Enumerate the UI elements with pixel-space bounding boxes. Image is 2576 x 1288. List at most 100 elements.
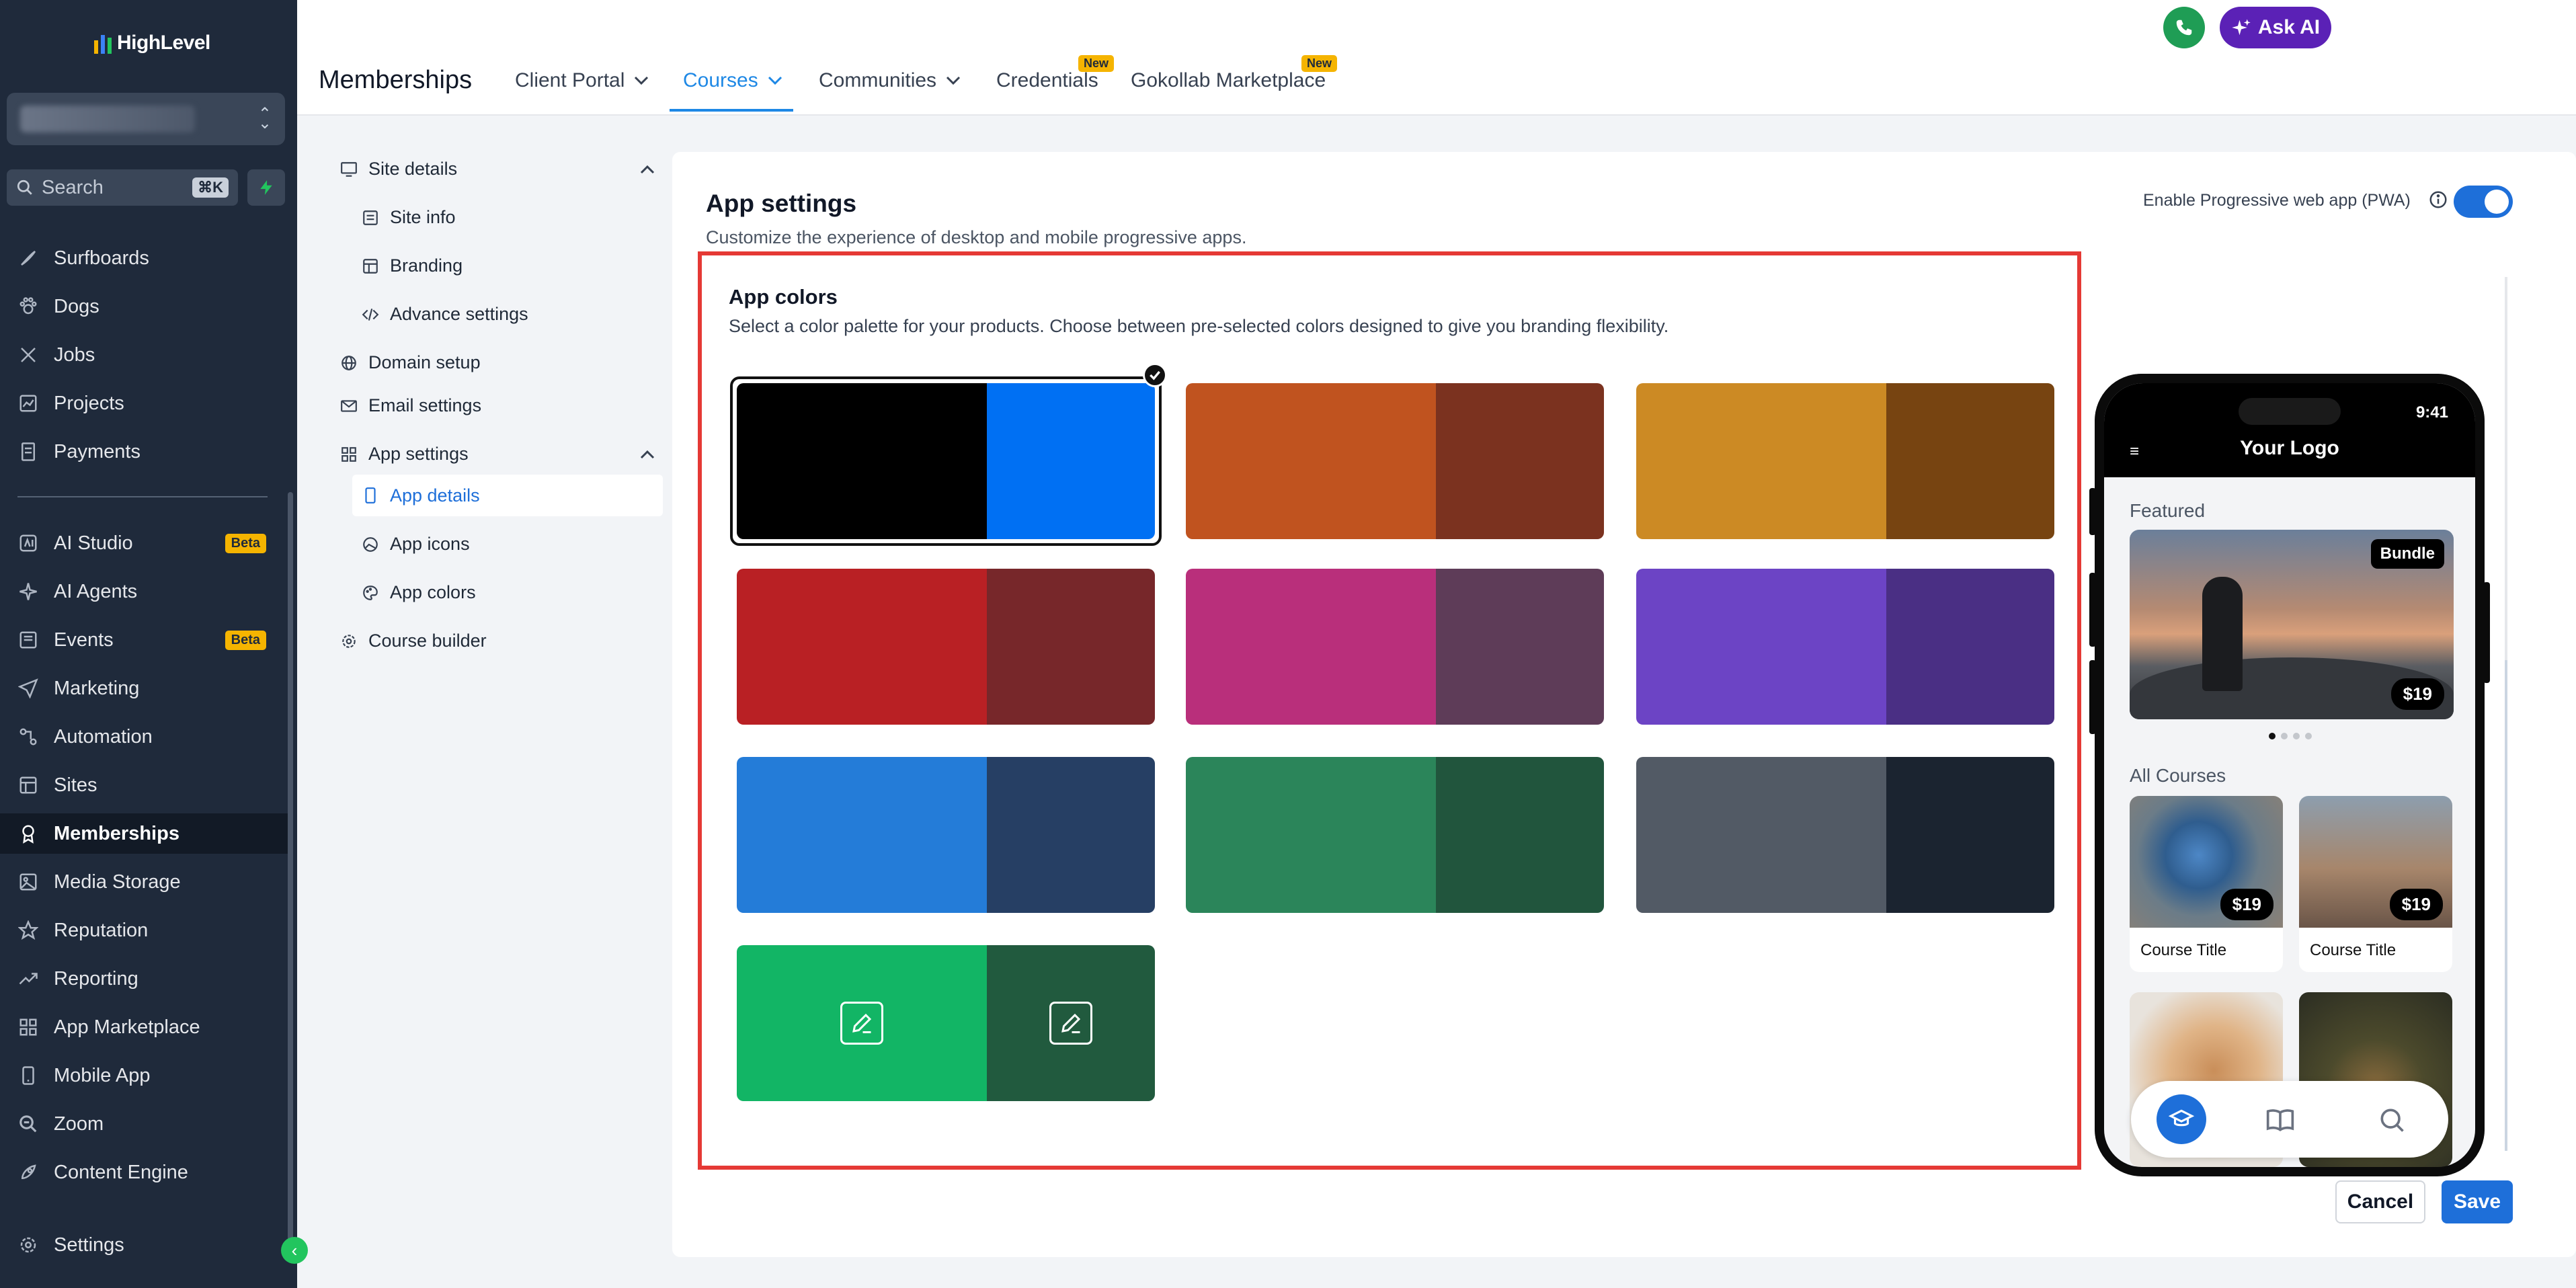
sparkle-icon: [16, 579, 40, 604]
palette-icon: [360, 583, 380, 603]
color-palette-option[interactable]: [737, 569, 1155, 725]
subnav-site-details[interactable]: Site details: [339, 159, 655, 179]
price-badge: $19: [2390, 678, 2444, 710]
sidebar-item-automation[interactable]: Automation: [0, 717, 289, 757]
subnav-label: Site info: [390, 207, 456, 227]
sidebar-divider: [17, 496, 268, 497]
primary-swatch: [1636, 383, 1886, 539]
tools-icon: [16, 343, 40, 367]
tab-communities[interactable]: Communities: [819, 67, 961, 94]
edit-icon[interactable]: [840, 1002, 883, 1045]
subnav-email-settings[interactable]: Email settings: [339, 395, 481, 416]
edit-icon[interactable]: [1049, 1002, 1092, 1045]
grid-icon: [339, 444, 359, 465]
subnav-domain-setup[interactable]: Domain setup: [339, 352, 481, 373]
subnav-site-info[interactable]: Site info: [360, 207, 456, 228]
primary-swatch[interactable]: [737, 945, 987, 1101]
tab-courses[interactable]: Courses: [683, 67, 782, 94]
paint-icon: [16, 246, 40, 270]
quick-action-button[interactable]: [247, 169, 285, 206]
color-palette-option[interactable]: [1636, 383, 2054, 539]
sidebar-item-reputation[interactable]: Reputation: [0, 910, 289, 951]
highlevel-logo-icon: [94, 32, 112, 54]
sidebar-item-label: Automation: [54, 725, 153, 748]
sidebar-item-payments[interactable]: Payments: [0, 432, 289, 472]
subnav-app-settings[interactable]: App settings: [339, 444, 655, 465]
sidebar-item-label: Settings: [54, 1234, 124, 1256]
course-card: $19 Course Title: [2130, 796, 2283, 972]
sidebar-item-media-storage[interactable]: Media Storage: [0, 862, 289, 902]
save-button[interactable]: Save: [2442, 1180, 2513, 1223]
sidebar-item-events[interactable]: Events Beta: [0, 620, 289, 660]
sidebar-item-label: Media Storage: [54, 871, 181, 893]
events-icon: [16, 628, 40, 652]
color-palette-option[interactable]: [737, 383, 1155, 539]
subnav-app-details[interactable]: App details: [352, 475, 663, 516]
sidebar-item-ai-studio[interactable]: AI Studio Beta: [0, 523, 289, 563]
primary-swatch: [737, 757, 987, 913]
secondary-swatch[interactable]: [987, 945, 1155, 1101]
dynamic-island: [2239, 398, 2341, 425]
phone-side-button: [2089, 573, 2096, 647]
sidebar-item-marketing[interactable]: Marketing: [0, 668, 289, 709]
tab-gokollab-marketplace[interactable]: Gokollab Marketplace: [1131, 67, 1326, 94]
book-icon: [2265, 1105, 2295, 1138]
sidebar-item-settings[interactable]: Settings: [0, 1225, 289, 1265]
mail-icon: [339, 396, 359, 416]
sidebar-scrollbar[interactable]: [288, 492, 293, 1245]
primary-swatch: [1636, 757, 1886, 913]
brand-logo[interactable]: HighLevel: [94, 28, 210, 58]
active-tab-indicator: [670, 109, 793, 112]
sidebar-item-app-marketplace[interactable]: App Marketplace: [0, 1007, 289, 1047]
subnav-label: Domain setup: [368, 352, 481, 372]
phone-button[interactable]: [2163, 7, 2205, 48]
app-window: HighLevel ⌃ ⌄ Search ⌘K Surfboards Dogs J…: [0, 0, 2576, 1288]
tab-label: Gokollab Marketplace: [1131, 69, 1326, 91]
subnav-branding[interactable]: Branding: [360, 255, 462, 276]
sidebar-item-dogs[interactable]: Dogs: [0, 286, 289, 327]
color-palette-option[interactable]: [737, 757, 1155, 913]
secondary-swatch: [1436, 383, 1604, 539]
sidebar-item-projects[interactable]: Projects: [0, 383, 289, 424]
subnav-app-colors[interactable]: App colors: [360, 582, 476, 603]
phone-side-button: [2089, 488, 2096, 535]
preview-scrollbar[interactable]: [2505, 277, 2507, 1151]
sidebar-item-zoom[interactable]: Zoom: [0, 1104, 289, 1144]
graduation-cap-icon: [2157, 1094, 2206, 1144]
color-palette-option[interactable]: [1186, 569, 1604, 725]
sidebar-item-mobile-app[interactable]: Mobile App: [0, 1055, 289, 1096]
search-input[interactable]: Search ⌘K: [7, 169, 238, 206]
subnav-app-icons[interactable]: App icons: [360, 534, 470, 555]
sidebar-item-ai-agents[interactable]: AI Agents: [0, 571, 289, 612]
secondary-swatch: [987, 569, 1155, 725]
subnav-advance-settings[interactable]: Advance settings: [360, 304, 528, 325]
custom-color-palette[interactable]: [737, 945, 1155, 1101]
trend-icon: [16, 967, 40, 991]
account-switcher[interactable]: ⌃ ⌄: [7, 93, 285, 145]
sidebar-item-label: Reputation: [54, 919, 149, 941]
color-palette-option[interactable]: [1186, 757, 1604, 913]
sidebar-item-label: Zoom: [54, 1113, 104, 1135]
subnav-course-builder[interactable]: Course builder: [339, 631, 487, 651]
sidebar-item-surfboards[interactable]: Surfboards: [0, 238, 289, 278]
secondary-swatch: [987, 383, 1155, 539]
sidebar-item-reporting[interactable]: Reporting: [0, 959, 289, 999]
chevron-down-icon: [768, 76, 782, 85]
tab-client-portal[interactable]: Client Portal: [515, 67, 649, 94]
sidebar-item-jobs[interactable]: Jobs: [0, 335, 289, 375]
color-palette-option[interactable]: [1186, 383, 1604, 539]
color-palette-option[interactable]: [1636, 569, 2054, 725]
search-placeholder: Search: [42, 176, 104, 198]
paw-icon: [16, 294, 40, 319]
beta-badge: Beta: [225, 630, 266, 650]
sidebar-item-sites[interactable]: Sites: [0, 765, 289, 805]
course-price: $19: [2220, 889, 2273, 920]
pwa-toggle-switch[interactable]: [2454, 186, 2513, 218]
color-palette-option[interactable]: [1636, 757, 2054, 913]
sidebar-item-memberships[interactable]: Memberships: [0, 813, 289, 854]
cancel-button[interactable]: Cancel: [2335, 1180, 2425, 1223]
sidebar-item-content-engine[interactable]: Content Engine: [0, 1152, 289, 1193]
info-icon[interactable]: [2428, 190, 2448, 210]
course-price: $19: [2389, 889, 2443, 920]
ask-ai-button[interactable]: Ask AI: [2220, 7, 2331, 48]
